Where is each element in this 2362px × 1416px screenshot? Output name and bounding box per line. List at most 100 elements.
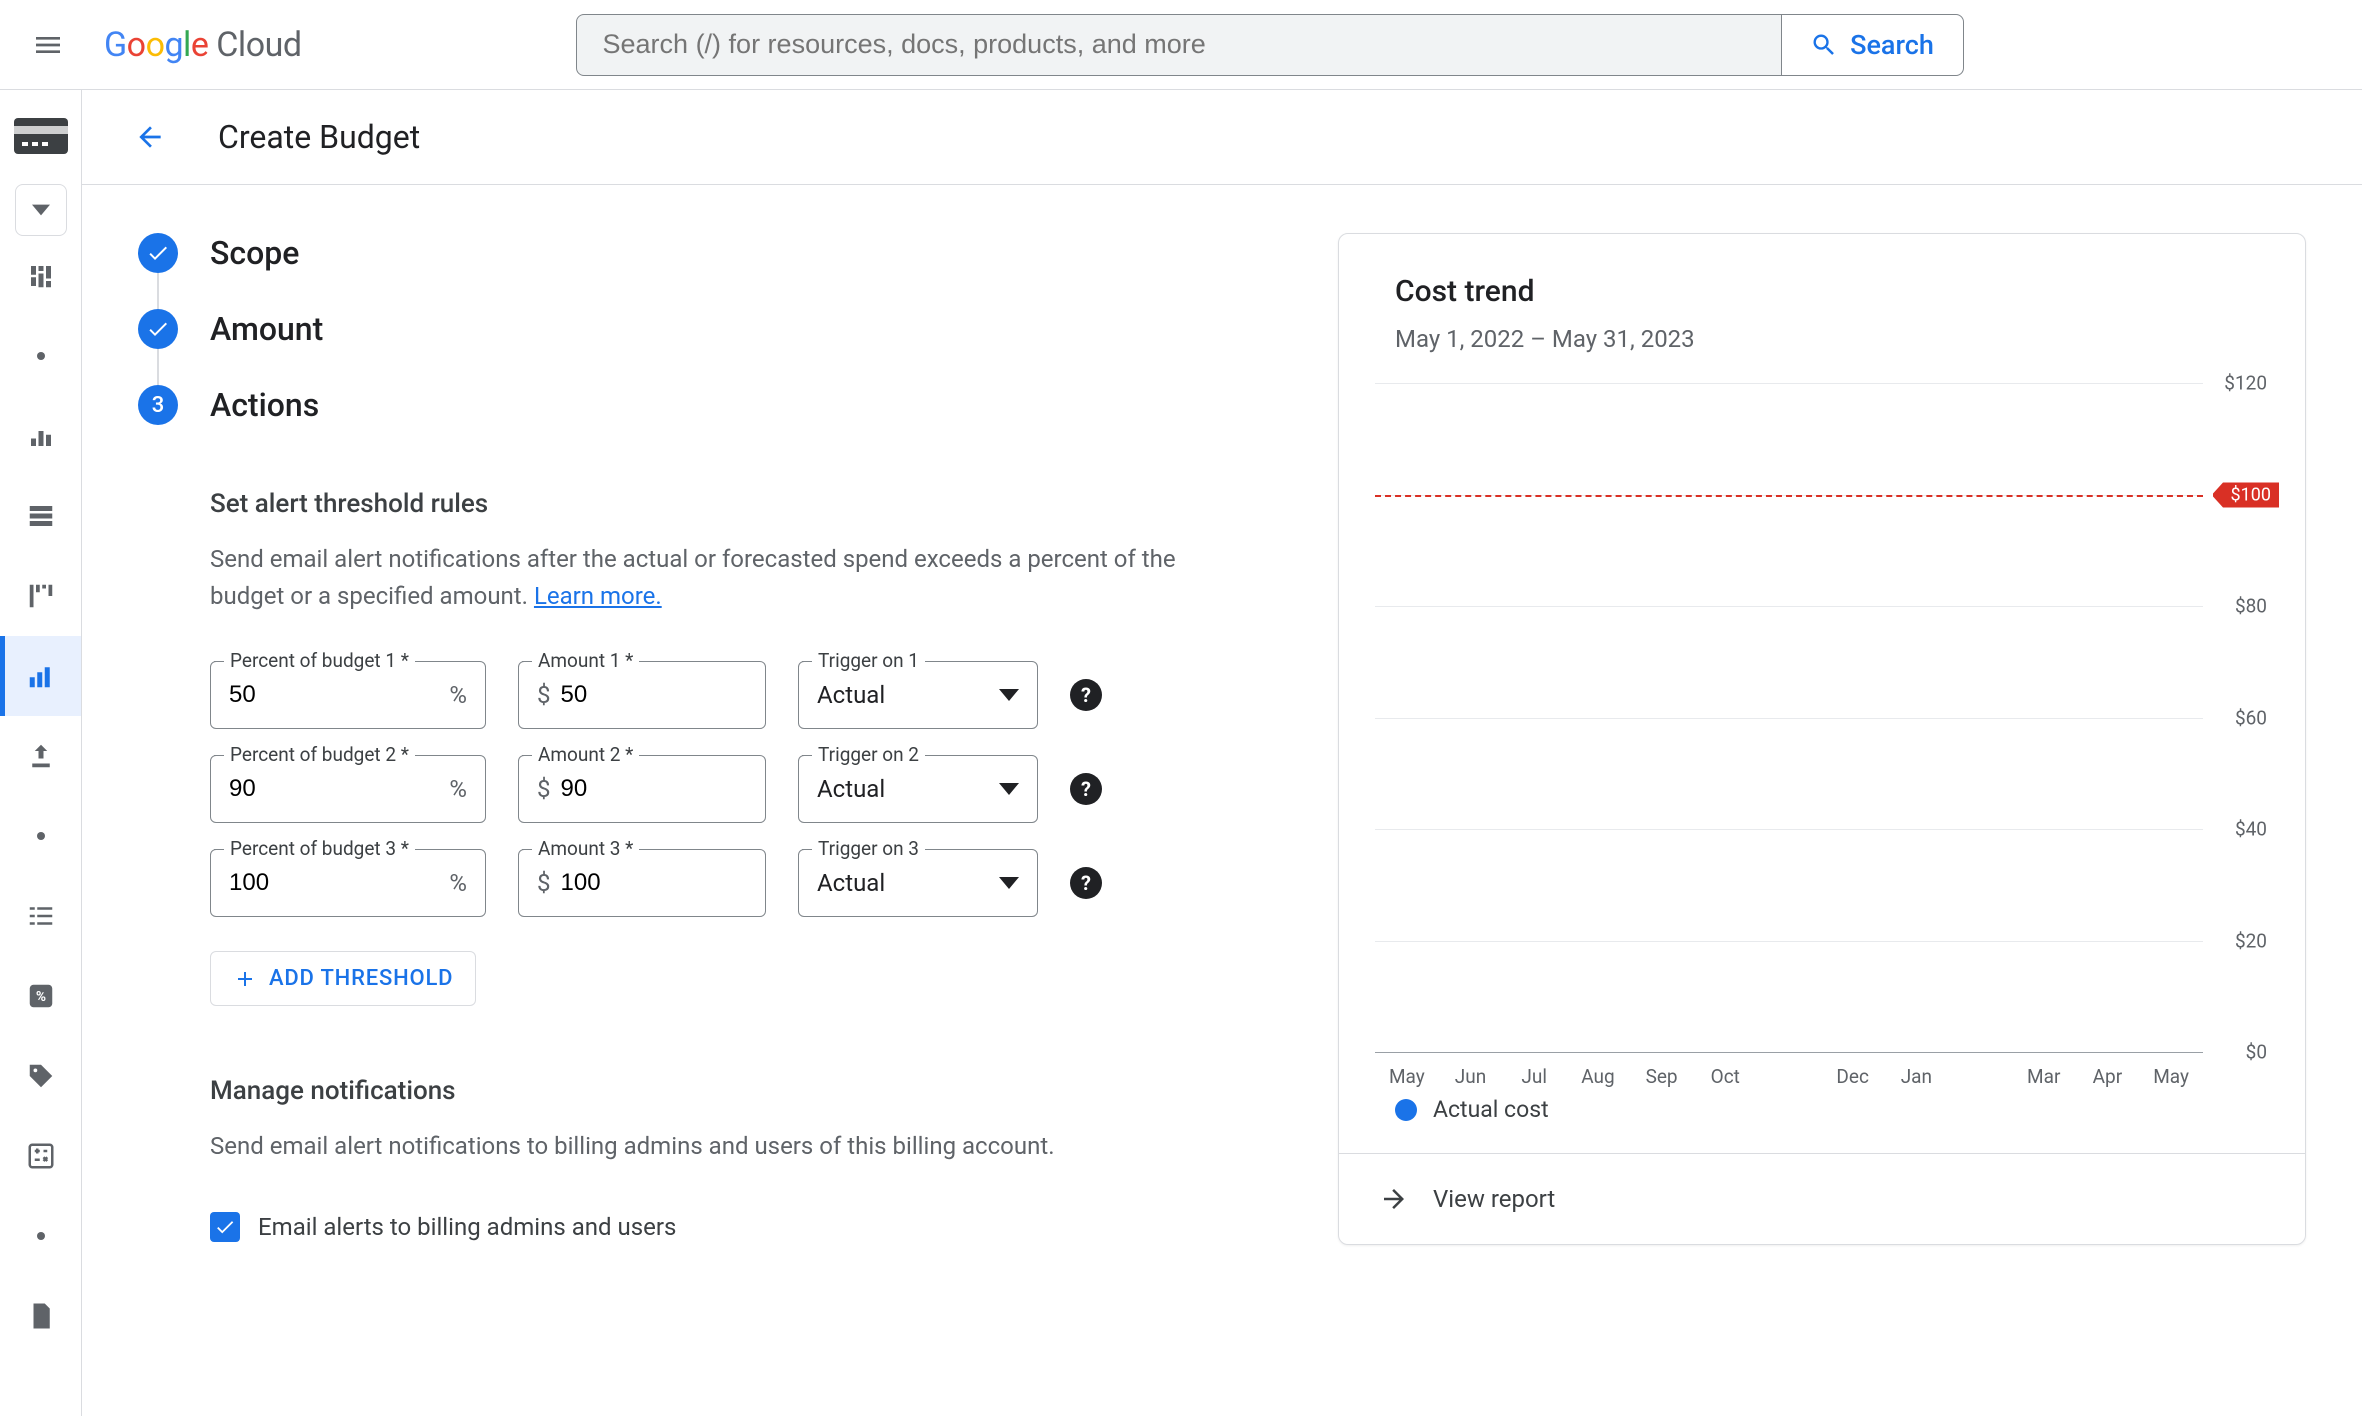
trigger-value: Actual [817, 869, 885, 897]
search-input[interactable] [577, 29, 1781, 60]
step-amount[interactable]: Amount [138, 309, 1268, 349]
gridline [1375, 718, 2203, 719]
trigger-value: Actual [817, 681, 885, 709]
trigger-field[interactable]: Trigger on 2 Actual [798, 755, 1038, 823]
budget-reference-line [1375, 495, 2203, 497]
search-button[interactable]: Search [1781, 15, 1963, 75]
help-icon[interactable]: ? [1070, 773, 1102, 805]
rail-dot-icon-2[interactable] [0, 796, 81, 876]
x-axis-tick: Apr [2076, 1053, 2140, 1096]
percent-suffix: % [449, 775, 467, 803]
hamburger-menu-icon[interactable] [28, 25, 68, 65]
billing-card-icon[interactable] [0, 108, 81, 168]
legend-dot-icon [1395, 1099, 1417, 1121]
trigger-field[interactable]: Trigger on 1 Actual [798, 661, 1038, 729]
x-axis-tick: Jun [1439, 1053, 1503, 1096]
trigger-label: Trigger on 1 [812, 649, 925, 672]
rail-dot-icon-3[interactable] [0, 1196, 81, 1276]
help-icon[interactable]: ? [1070, 679, 1102, 711]
threshold-heading: Set alert threshold rules [210, 489, 1268, 519]
rail-budgets-icon[interactable] [0, 636, 81, 716]
trigger-label: Trigger on 2 [812, 743, 925, 766]
rail-calc-icon[interactable] [0, 1116, 81, 1196]
percent-input[interactable] [229, 869, 449, 897]
x-axis-tick: Aug [1566, 1053, 1630, 1096]
back-button[interactable] [130, 117, 170, 157]
threshold-list: Percent of budget 1 * % Amount 1 * $ Tri… [210, 661, 1268, 917]
amount-field[interactable]: Amount 1 * $ [518, 661, 766, 729]
notifications-section: Manage notifications Send email alert no… [210, 1076, 1268, 1241]
rail-percent-icon[interactable]: % [0, 956, 81, 1036]
rail-dot-icon-1[interactable] [0, 316, 81, 396]
rail-export-icon[interactable] [0, 716, 81, 796]
form-column: Scope Amount 3 Actions Set alert thresho… [138, 233, 1268, 1416]
top-bar: Google Cloud Search [0, 0, 2362, 90]
threshold-section: Set alert threshold rules Send email ale… [210, 489, 1268, 1006]
percent-label: Percent of budget 1 * [224, 649, 415, 672]
trigger-value: Actual [817, 775, 885, 803]
main-content: Create Budget Scope Amount [82, 90, 2362, 1416]
rail-reports-icon[interactable] [0, 396, 81, 476]
y-axis-label: $120 [2224, 372, 2267, 395]
arrow-right-icon [1379, 1184, 1409, 1214]
trigger-label: Trigger on 3 [812, 837, 925, 860]
percent-input[interactable] [229, 681, 449, 709]
page-title: Create Budget [218, 118, 420, 156]
notifications-description: Send email alert notifications to billin… [210, 1128, 1268, 1165]
budget-reference-tag: $100 [2223, 482, 2279, 507]
legend-label: Actual cost [1433, 1096, 1549, 1123]
side-rail: % [0, 90, 82, 1416]
threshold-description: Send email alert notifications after the… [210, 541, 1210, 615]
help-icon[interactable]: ? [1070, 867, 1102, 899]
rail-cost-table-icon[interactable] [0, 476, 81, 556]
x-axis-tick [1948, 1053, 2012, 1096]
add-threshold-label: ADD THRESHOLD [269, 966, 453, 991]
y-axis-label: $80 [2235, 595, 2267, 618]
step-actions-title: Actions [210, 386, 319, 424]
global-search[interactable]: Search [576, 14, 1964, 76]
rail-breakdown-icon[interactable] [0, 556, 81, 636]
rail-list-icon[interactable] [0, 876, 81, 956]
percent-input[interactable] [229, 775, 449, 803]
step-amount-title: Amount [210, 310, 323, 348]
x-axis-tick: Jul [1502, 1053, 1566, 1096]
amount-field[interactable]: Amount 2 * $ [518, 755, 766, 823]
x-axis-tick [1757, 1053, 1821, 1096]
google-cloud-logo[interactable]: Google Cloud [104, 25, 302, 65]
chart-legend: Actual cost [1339, 1096, 2305, 1153]
gridline [1375, 829, 2203, 830]
step-scope[interactable]: Scope [138, 233, 1268, 273]
rail-picker[interactable] [15, 184, 67, 236]
threshold-row: Percent of budget 2 * % Amount 2 * $ Tri… [210, 755, 1268, 823]
view-report-link[interactable]: View report [1339, 1153, 2305, 1244]
svg-text:%: % [35, 989, 45, 1005]
percent-field[interactable]: Percent of budget 2 * % [210, 755, 486, 823]
y-axis-label: $20 [2235, 929, 2267, 952]
add-threshold-button[interactable]: ADD THRESHOLD [210, 951, 476, 1006]
rail-tag-icon[interactable] [0, 1036, 81, 1116]
checkbox-checked-icon [210, 1212, 240, 1242]
trigger-field[interactable]: Trigger on 3 Actual [798, 849, 1038, 917]
step-amount-check-icon [138, 309, 178, 349]
amount-input[interactable] [561, 869, 748, 897]
rail-overview-icon[interactable] [0, 236, 81, 316]
currency-prefix: $ [537, 869, 551, 897]
threshold-desc-text: Send email alert notifications after the… [210, 545, 1176, 610]
amount-input[interactable] [561, 775, 748, 803]
rail-doc-icon[interactable] [0, 1276, 81, 1356]
cost-trend-chart: $0$20$40$60$80$100$120 $100 MayJunJulAug… [1375, 383, 2273, 1096]
y-axis-label: $0 [2246, 1041, 2267, 1064]
amount-input[interactable] [561, 681, 748, 709]
learn-more-link[interactable]: Learn more. [534, 582, 662, 610]
chevron-down-icon [999, 877, 1019, 889]
amount-field[interactable]: Amount 3 * $ [518, 849, 766, 917]
step-actions[interactable]: 3 Actions [138, 385, 1268, 425]
page-header: Create Budget [82, 90, 2362, 185]
percent-field[interactable]: Percent of budget 3 * % [210, 849, 486, 917]
threshold-row: Percent of budget 1 * % Amount 1 * $ Tri… [210, 661, 1268, 729]
email-alerts-checkbox[interactable]: Email alerts to billing admins and users [210, 1212, 1268, 1242]
x-axis-tick: Dec [1821, 1053, 1885, 1096]
x-axis-tick: May [1375, 1053, 1439, 1096]
email-alerts-label: Email alerts to billing admins and users [258, 1213, 676, 1241]
percent-field[interactable]: Percent of budget 1 * % [210, 661, 486, 729]
